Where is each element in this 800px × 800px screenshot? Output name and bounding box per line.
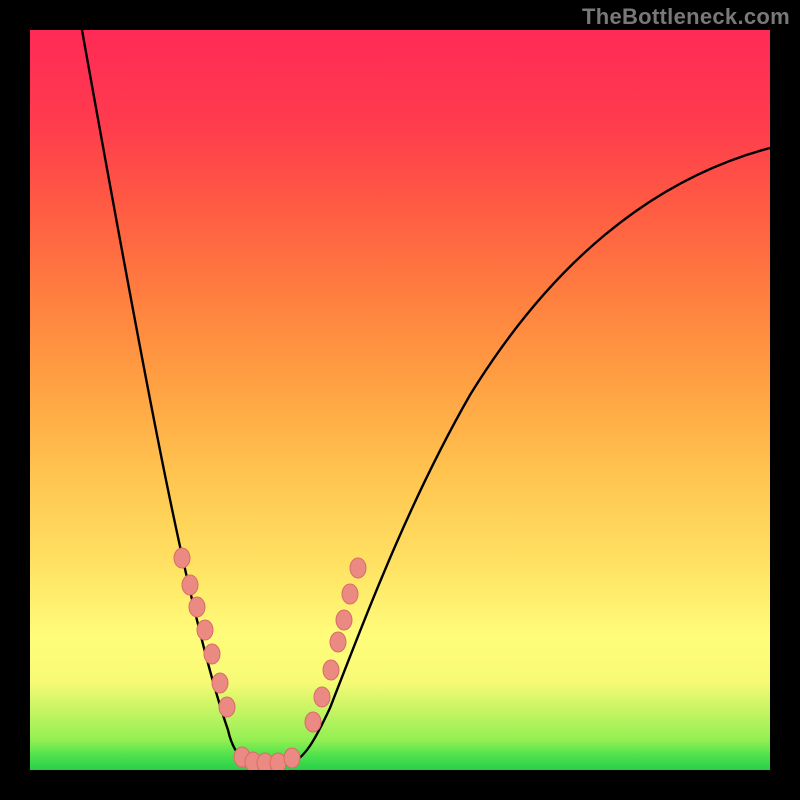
bottleneck-curve bbox=[82, 30, 770, 766]
marker-group bbox=[174, 548, 366, 770]
data-marker bbox=[314, 687, 330, 707]
data-marker bbox=[204, 644, 220, 664]
outer-frame: TheBottleneck.com bbox=[0, 0, 800, 800]
data-marker bbox=[270, 753, 286, 770]
data-marker bbox=[350, 558, 366, 578]
data-marker bbox=[330, 632, 346, 652]
data-marker bbox=[212, 673, 228, 693]
data-marker bbox=[336, 610, 352, 630]
data-marker bbox=[342, 584, 358, 604]
data-marker bbox=[305, 712, 321, 732]
data-marker bbox=[197, 620, 213, 640]
watermark-label: TheBottleneck.com bbox=[582, 4, 790, 30]
data-marker bbox=[219, 697, 235, 717]
data-marker bbox=[323, 660, 339, 680]
data-marker bbox=[174, 548, 190, 568]
chart-area bbox=[30, 30, 770, 770]
data-marker bbox=[284, 748, 300, 768]
data-marker bbox=[182, 575, 198, 595]
chart-svg bbox=[30, 30, 770, 770]
data-marker bbox=[189, 597, 205, 617]
